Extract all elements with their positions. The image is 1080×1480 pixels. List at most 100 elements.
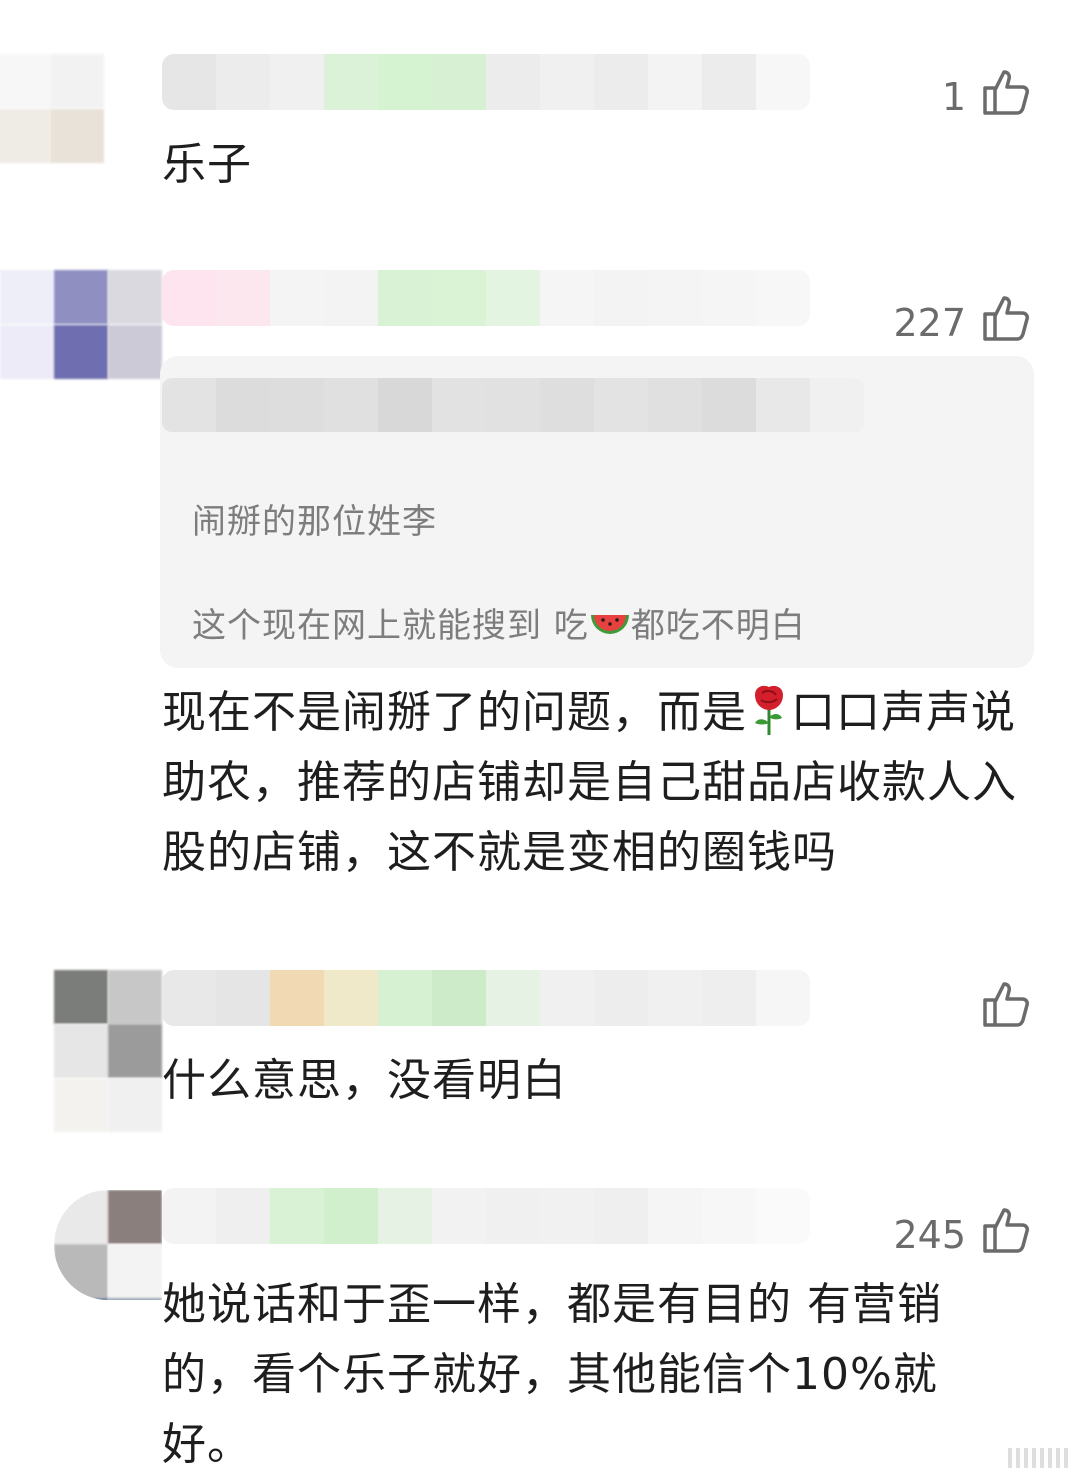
redaction-pixel xyxy=(486,54,540,110)
username-redacted[interactable] xyxy=(162,970,810,1026)
avatar[interactable] xyxy=(0,54,108,164)
redaction-pixel xyxy=(486,378,540,432)
avatar-pixel xyxy=(50,54,104,108)
redaction-pixel xyxy=(702,1188,756,1244)
quoted-text: 闹掰的那位姓李 xyxy=(192,502,437,542)
redaction-pixel xyxy=(216,1188,270,1244)
redaction-pixel xyxy=(756,54,810,110)
redaction-pixel xyxy=(540,54,594,110)
redaction-pixel xyxy=(756,1188,810,1244)
redaction-pixel xyxy=(432,1188,486,1244)
avatar-pixel xyxy=(0,325,54,379)
redaction-pixel xyxy=(594,378,648,432)
thumbs-up-icon xyxy=(980,292,1032,353)
redaction-pixel xyxy=(810,378,864,432)
redaction-pixel xyxy=(216,270,270,326)
avatar-pixel xyxy=(54,1244,108,1298)
redaction-pixel xyxy=(216,970,270,1026)
avatar[interactable] xyxy=(0,270,162,380)
redaction-pixel xyxy=(162,378,216,432)
redaction-pixel xyxy=(378,1188,432,1244)
redaction-pixel xyxy=(540,378,594,432)
username-redacted[interactable] xyxy=(162,1188,810,1244)
redaction-pixel xyxy=(324,970,378,1026)
comment-text: 乐子 xyxy=(162,139,252,190)
redaction-pixel xyxy=(378,970,432,1026)
redaction-pixel xyxy=(486,970,540,1026)
redaction-pixel xyxy=(432,270,486,326)
redaction-pixel xyxy=(324,270,378,326)
redaction-pixel xyxy=(162,54,216,110)
like-count: 245 xyxy=(893,1212,966,1257)
avatar-pixel xyxy=(54,1024,108,1078)
avatar-pixel xyxy=(108,1298,162,1300)
redaction-pixel xyxy=(216,378,270,432)
like-button[interactable] xyxy=(966,978,1032,1039)
avatar-pixel xyxy=(54,1298,108,1300)
quoted-text: 这个现在网上就能搜到 吃都吃不明白 xyxy=(192,606,806,646)
quoted-reply[interactable]: 闹掰的那位姓李 这个现在网上就能搜到 吃都吃不明白 xyxy=(160,356,1034,668)
avatar-pixel xyxy=(108,1078,162,1132)
avatar-pixel xyxy=(0,109,50,163)
redaction-pixel xyxy=(594,270,648,326)
redaction-pixel xyxy=(378,270,432,326)
watermark xyxy=(1008,1448,1072,1468)
redaction-pixel xyxy=(432,970,486,1026)
username-redacted[interactable] xyxy=(162,54,810,110)
avatar-pixel xyxy=(108,1190,162,1244)
redaction-pixel xyxy=(486,270,540,326)
redaction-pixel xyxy=(756,378,810,432)
avatar-pixel xyxy=(0,54,50,108)
redaction-pixel xyxy=(648,1188,702,1244)
redaction-pixel xyxy=(378,54,432,110)
redaction-pixel xyxy=(216,54,270,110)
redaction-pixel xyxy=(432,54,486,110)
avatar[interactable] xyxy=(54,970,162,1132)
avatar[interactable] xyxy=(54,1190,162,1300)
rose-icon xyxy=(747,683,791,737)
avatar-pixel xyxy=(54,325,108,379)
redaction-pixel xyxy=(540,970,594,1026)
like-button[interactable]: 245 xyxy=(893,1204,1032,1265)
redaction-pixel xyxy=(702,378,756,432)
redaction-pixel xyxy=(162,270,216,326)
watermelon-icon xyxy=(589,610,631,640)
redaction-pixel xyxy=(486,1188,540,1244)
redaction-pixel xyxy=(702,270,756,326)
like-count: 1 xyxy=(941,74,966,119)
like-count: 227 xyxy=(893,300,966,345)
redaction-pixel xyxy=(594,970,648,1026)
redaction-pixel xyxy=(270,54,324,110)
redaction-pixel xyxy=(702,970,756,1026)
avatar-pixel xyxy=(54,270,108,324)
redaction-pixel xyxy=(378,378,432,432)
redaction-pixel xyxy=(162,1188,216,1244)
thumbs-up-icon xyxy=(980,978,1032,1039)
redaction-pixel xyxy=(702,54,756,110)
avatar-pixel xyxy=(108,270,162,324)
quoted-username-redacted xyxy=(162,378,864,432)
comment-text: 现在不是闹掰了的问题，而是 口口声声说助农，推荐的店铺却是自己甜品店收款人入股的店… xyxy=(162,678,1042,888)
redaction-pixel xyxy=(594,1188,648,1244)
username-redacted[interactable] xyxy=(162,270,810,326)
redaction-pixel xyxy=(270,378,324,432)
thumbs-up-icon xyxy=(980,1204,1032,1265)
redaction-pixel xyxy=(324,378,378,432)
comment-text: 她说话和于歪一样，都是有目的 有营销的，看个乐子就好，其他能信个10%就好。 xyxy=(162,1279,942,1470)
avatar-pixel xyxy=(108,1024,162,1078)
redaction-pixel xyxy=(648,378,702,432)
redaction-pixel xyxy=(270,970,324,1026)
avatar-pixel xyxy=(0,270,54,324)
redaction-pixel xyxy=(756,970,810,1026)
redaction-pixel xyxy=(270,1188,324,1244)
like-button[interactable]: 1 xyxy=(942,66,1032,127)
redaction-pixel xyxy=(756,270,810,326)
avatar-pixel xyxy=(108,325,162,379)
redaction-pixel xyxy=(540,1188,594,1244)
avatar-pixel xyxy=(108,1244,162,1298)
redaction-pixel xyxy=(594,54,648,110)
avatar-pixel xyxy=(50,109,104,163)
avatar-pixel xyxy=(108,970,162,1024)
like-button[interactable]: 227 xyxy=(893,292,1032,353)
thumbs-up-icon xyxy=(980,66,1032,127)
